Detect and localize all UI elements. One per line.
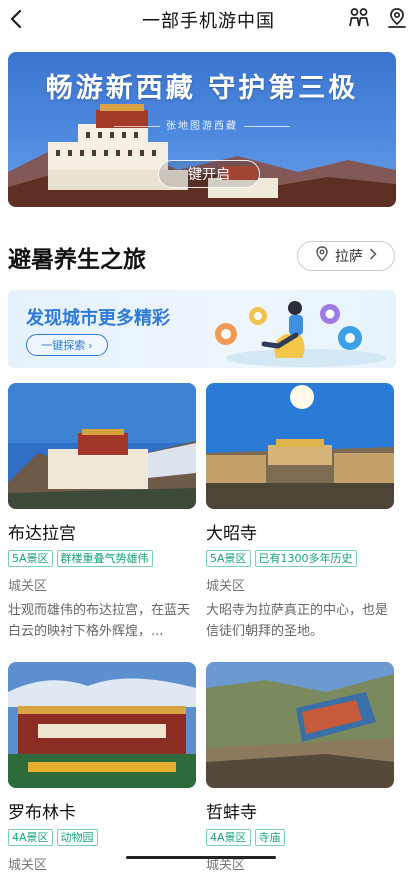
top-bar: 一部手机游中国 — [0, 0, 417, 40]
attraction-card[interactable]: 罗布林卡 4A景区 动物园 城关区 — [8, 662, 196, 873]
district: 城关区 — [8, 575, 196, 594]
tag: 寺庙 — [255, 829, 285, 846]
section-title: 避暑养生之旅 — [8, 240, 146, 274]
attraction-name: 哲蚌寺 — [206, 798, 394, 823]
back-arrow-icon[interactable] — [6, 8, 28, 30]
attraction-card[interactable]: 大昭寺 5A景区 已有1300多年历史 城关区 大昭寺为拉萨真正的中心，也是信徒… — [206, 383, 394, 642]
tag: 5A景区 — [8, 550, 53, 567]
people-icon[interactable] — [347, 6, 371, 30]
attraction-image — [8, 383, 196, 509]
attraction-card[interactable]: 哲蚌寺 4A景区 寺庙 城关区 — [206, 662, 394, 873]
attraction-card[interactable]: 布达拉宫 5A景区 群楼重叠气势雄伟 城关区 壮观而雄伟的布达拉宫，在蓝天白云的… — [8, 383, 196, 642]
explore-button[interactable]: 一键探索 › — [26, 334, 108, 356]
attraction-image — [206, 662, 394, 788]
promo-banner[interactable]: 畅游新西藏 守护第三极 张地图游西藏 键开启 — [8, 52, 396, 207]
discover-city-banner[interactable]: 发现城市更多精彩 一键探索 › — [8, 290, 396, 368]
city-selector[interactable]: 拉萨 — [297, 241, 395, 271]
description: 大昭寺为拉萨真正的中心，也是信徒们朝拜的圣地。 — [206, 600, 394, 642]
tag: 4A景区 — [206, 829, 251, 846]
attraction-image — [206, 383, 394, 509]
location-pin-icon[interactable] — [385, 6, 409, 30]
chevron-right-icon: › — [88, 339, 92, 352]
tag: 已有1300多年历史 — [255, 550, 357, 567]
tag: 4A景区 — [8, 829, 53, 846]
attraction-name: 大昭寺 — [206, 519, 394, 544]
tag: 动物园 — [57, 829, 98, 846]
description: 壮观而雄伟的布达拉宫，在蓝天白云的映衬下格外辉煌，... — [8, 600, 196, 642]
banner-start-button[interactable]: 键开启 — [158, 160, 260, 188]
tag: 5A景区 — [206, 550, 251, 567]
chevron-right-icon — [369, 248, 377, 264]
explore-button-label: 一键探索 — [41, 337, 85, 353]
tag: 群楼重叠气势雄伟 — [57, 550, 153, 567]
home-indicator — [126, 856, 276, 859]
city-label: 拉萨 — [335, 246, 363, 266]
banner-title: 畅游新西藏 守护第三极 — [8, 66, 396, 105]
discover-illustration — [196, 290, 396, 368]
page-title: 一部手机游中国 — [142, 7, 275, 33]
district: 城关区 — [206, 575, 394, 594]
attraction-image — [8, 662, 196, 788]
attraction-name: 布达拉宫 — [8, 519, 196, 544]
map-pin-icon — [315, 246, 329, 266]
attraction-name: 罗布林卡 — [8, 798, 196, 823]
banner-subtitle: 张地图游西藏 — [8, 117, 396, 132]
discover-title: 发现城市更多精彩 — [26, 304, 170, 330]
